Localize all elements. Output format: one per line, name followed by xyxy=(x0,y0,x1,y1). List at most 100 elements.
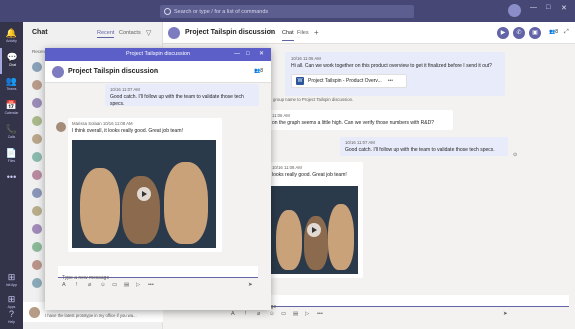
gif-image[interactable] xyxy=(270,186,358,274)
play-icon[interactable] xyxy=(137,187,151,201)
add-tab-icon[interactable]: + xyxy=(314,28,319,37)
avatar[interactable] xyxy=(32,98,42,108)
compose-box[interactable] xyxy=(225,295,569,313)
audio-call-icon[interactable]: ✆ xyxy=(513,27,525,39)
meet-now-icon[interactable]: ▷ xyxy=(136,282,140,288)
sticker-icon[interactable]: ▤ xyxy=(293,311,298,317)
help-icon: ? xyxy=(8,309,14,319)
message-input[interactable] xyxy=(225,301,569,313)
participant-number: 8 xyxy=(555,29,559,35)
message-text: Hi all. Can we work together on this pro… xyxy=(291,63,492,69)
rail-label: Files xyxy=(7,159,16,163)
participants-count[interactable]: 👥8 xyxy=(549,29,558,35)
gif-image[interactable] xyxy=(72,140,216,248)
maximize-button[interactable]: □ xyxy=(546,4,550,11)
meet-now-icon[interactable]: ▷ xyxy=(305,311,309,317)
format-icon[interactable]: A xyxy=(231,311,235,317)
tab-chat[interactable]: Chat xyxy=(282,30,294,41)
avatar[interactable] xyxy=(32,206,42,216)
avatar[interactable] xyxy=(32,80,42,90)
profile-avatar[interactable] xyxy=(508,4,521,17)
rail-chat[interactable]: 💬 Chat xyxy=(0,48,23,74)
avatar[interactable] xyxy=(32,242,42,252)
attach-icon[interactable]: ⌀ xyxy=(257,311,260,317)
avatar xyxy=(29,307,40,318)
pop-out-icon[interactable]: ⤢ xyxy=(564,29,569,36)
tab-files[interactable]: Files xyxy=(297,30,309,36)
close-button[interactable]: ✕ xyxy=(561,4,567,12)
rail-more[interactable]: ••• xyxy=(0,168,23,194)
rail-help[interactable]: ? Help xyxy=(0,305,23,329)
compose-box[interactable] xyxy=(58,266,258,284)
message-bubble[interactable]: Marissa Solaan 10/16 11:08 AM I think ov… xyxy=(68,118,222,252)
send-icon[interactable]: ➤ xyxy=(248,282,253,288)
avatar[interactable] xyxy=(32,170,42,180)
emoji-icon[interactable]: ☺ xyxy=(269,311,275,317)
chat-title: Project Tailspin discussion xyxy=(68,68,159,75)
message-bubble[interactable]: 11:06 AM on the graph seems a little hig… xyxy=(267,110,453,130)
emoji-icon[interactable]: ☺ xyxy=(100,282,106,288)
title-bar: — □ ✕ xyxy=(0,0,575,22)
message-bubble[interactable]: 10/16 11:07 AM Good catch. I'll follow u… xyxy=(340,137,508,156)
more-icon: ••• xyxy=(6,172,17,182)
avatar[interactable] xyxy=(32,278,42,288)
message-time: 10/16 11:08 AM xyxy=(272,165,302,170)
avatar[interactable] xyxy=(32,134,42,144)
dog-figure xyxy=(80,168,120,244)
avatar[interactable] xyxy=(32,188,42,198)
dog-figure xyxy=(328,204,354,270)
minimize-button[interactable]: — xyxy=(234,48,240,61)
file-attachment[interactable]: W Project Tailspin - Product Overv... ••… xyxy=(291,73,407,88)
message-bubble[interactable]: 10/16 11:06 AM Hi all. Can we work toget… xyxy=(285,52,505,96)
search-input[interactable] xyxy=(174,8,404,15)
more-options-icon[interactable]: ••• xyxy=(317,311,323,317)
edit-name-icon[interactable]: ✎ xyxy=(269,29,274,36)
rail-files[interactable]: 📄 Files xyxy=(0,144,23,170)
avatar[interactable] xyxy=(32,224,42,234)
gif-icon[interactable]: ▭ xyxy=(112,282,117,288)
message-bubble[interactable]: 10/16 11:08 AM looks really good. Great … xyxy=(267,162,363,278)
message-bubble[interactable]: 10/16 11:07 AM Good catch. I'll follow u… xyxy=(105,84,259,107)
play-icon[interactable] xyxy=(307,223,321,237)
files-icon: 📄 xyxy=(5,148,18,158)
message-time: 10/16 11:06 AM xyxy=(291,56,321,61)
tab-recent[interactable]: Recent xyxy=(97,30,115,38)
avatar[interactable] xyxy=(32,116,42,126)
video-call-icon[interactable]: ▶ xyxy=(497,27,509,39)
send-icon[interactable]: ➤ xyxy=(503,311,508,317)
format-icon[interactable]: A xyxy=(62,282,66,288)
chat-header: Project Tailspin discussion ✎ 👥8 xyxy=(45,61,271,83)
avatar[interactable] xyxy=(32,62,42,72)
screen-share-icon[interactable]: ▣ xyxy=(529,27,541,39)
avatar[interactable] xyxy=(32,260,42,270)
filter-icon[interactable]: ▽ xyxy=(146,29,151,37)
more-options-icon[interactable]: ••• xyxy=(388,78,393,84)
participants-count[interactable]: 👥8 xyxy=(254,68,263,74)
search-icon xyxy=(164,8,171,15)
window-title: Project Tailspin discussion xyxy=(125,51,191,57)
important-icon[interactable]: ! xyxy=(245,311,247,317)
tab-contacts[interactable]: Contacts xyxy=(119,30,141,36)
maximize-button[interactable]: □ xyxy=(246,48,250,61)
sticker-icon[interactable]: ▤ xyxy=(124,282,129,288)
rail-label: Intl App xyxy=(5,283,18,287)
message-time: 10/16 11:08 AM xyxy=(102,121,133,126)
chat-header: Project Tailspin discussion ✎ Chat Files… xyxy=(163,22,575,44)
rail-activity[interactable]: 🔔 Activity xyxy=(0,24,23,50)
avatar[interactable] xyxy=(32,152,42,162)
sender-avatar[interactable] xyxy=(56,122,66,132)
search-box[interactable] xyxy=(160,5,414,18)
rail-calendar[interactable]: 📅 Calendar xyxy=(0,96,23,122)
more-options-icon[interactable]: ••• xyxy=(148,282,154,288)
important-icon[interactable]: ! xyxy=(76,282,78,288)
rail-calls[interactable]: 📞 Calls xyxy=(0,120,23,146)
calendar-icon: 📅 xyxy=(5,100,18,110)
attach-icon[interactable]: ⌀ xyxy=(88,282,91,288)
pop-out-chat-window: Project Tailspin discussion — □ ✕ Projec… xyxy=(45,48,271,310)
edit-name-icon[interactable]: ✎ xyxy=(154,68,159,75)
minimize-button[interactable]: — xyxy=(530,4,537,11)
calls-icon: 📞 xyxy=(5,124,18,134)
gif-icon[interactable]: ▭ xyxy=(281,311,286,317)
rail-teams[interactable]: 👥 Teams xyxy=(0,72,23,98)
close-button[interactable]: ✕ xyxy=(259,48,264,61)
